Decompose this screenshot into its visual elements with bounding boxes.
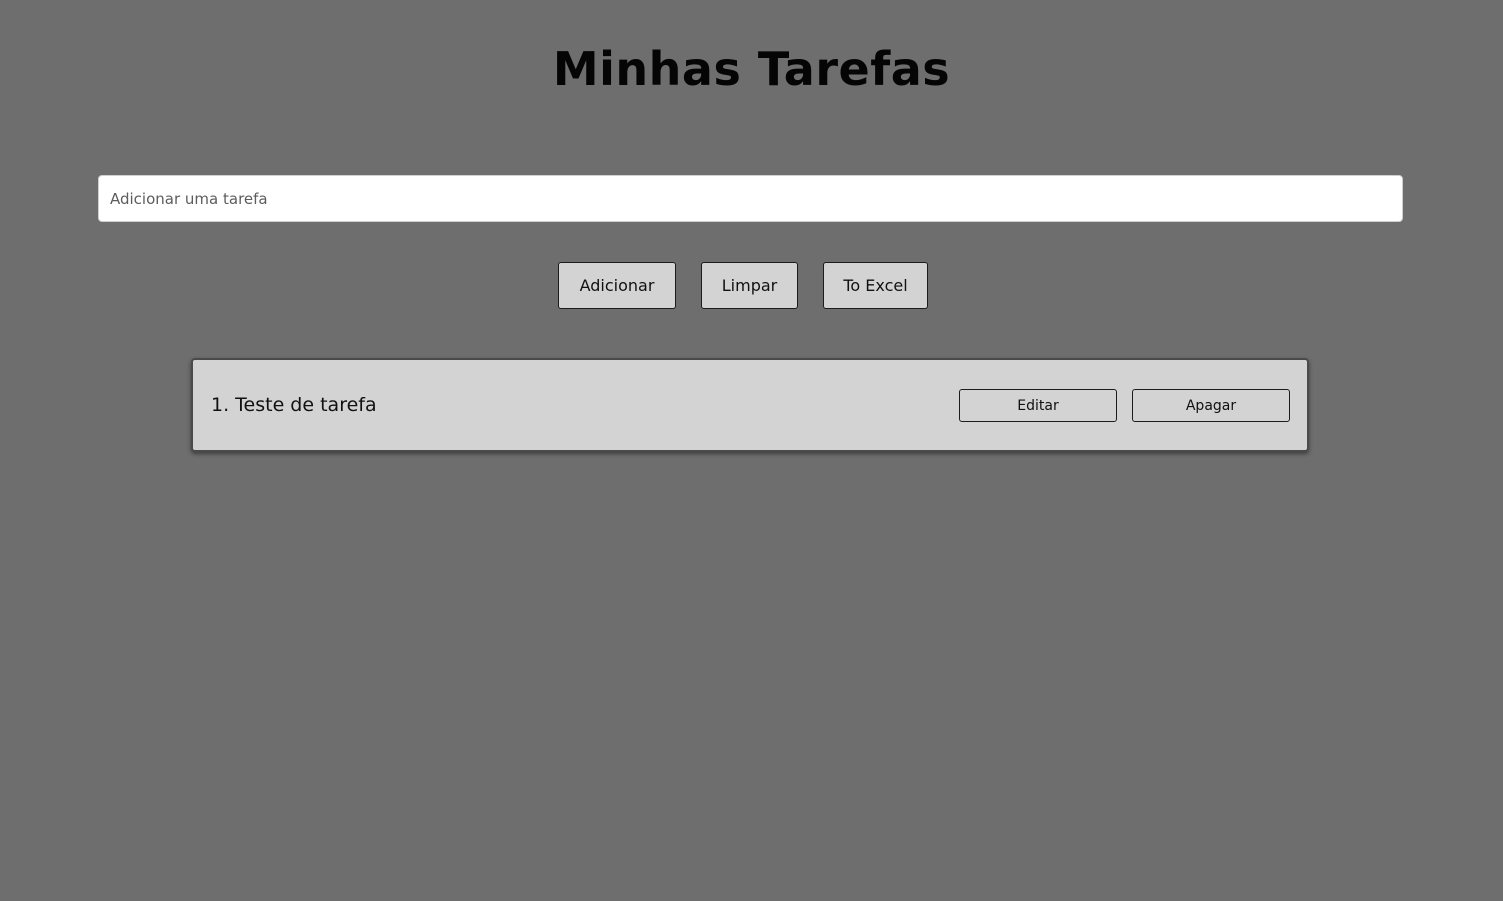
add-button[interactable]: Adicionar [558, 262, 676, 309]
task-text: 1. Teste de tarefa [211, 394, 377, 416]
task-list: 1. Teste de tarefa Editar Apagar [191, 358, 1309, 452]
task-input[interactable] [98, 175, 1403, 222]
delete-task-button[interactable]: Apagar [1132, 389, 1290, 422]
task-item: 1. Teste de tarefa Editar Apagar [191, 358, 1309, 452]
page-title: Minhas Tarefas [552, 42, 951, 96]
edit-task-button[interactable]: Editar [959, 389, 1117, 422]
action-buttons: Adicionar Limpar To Excel [0, 262, 1503, 309]
export-excel-button[interactable]: To Excel [823, 262, 928, 309]
clear-button[interactable]: Limpar [701, 262, 798, 309]
